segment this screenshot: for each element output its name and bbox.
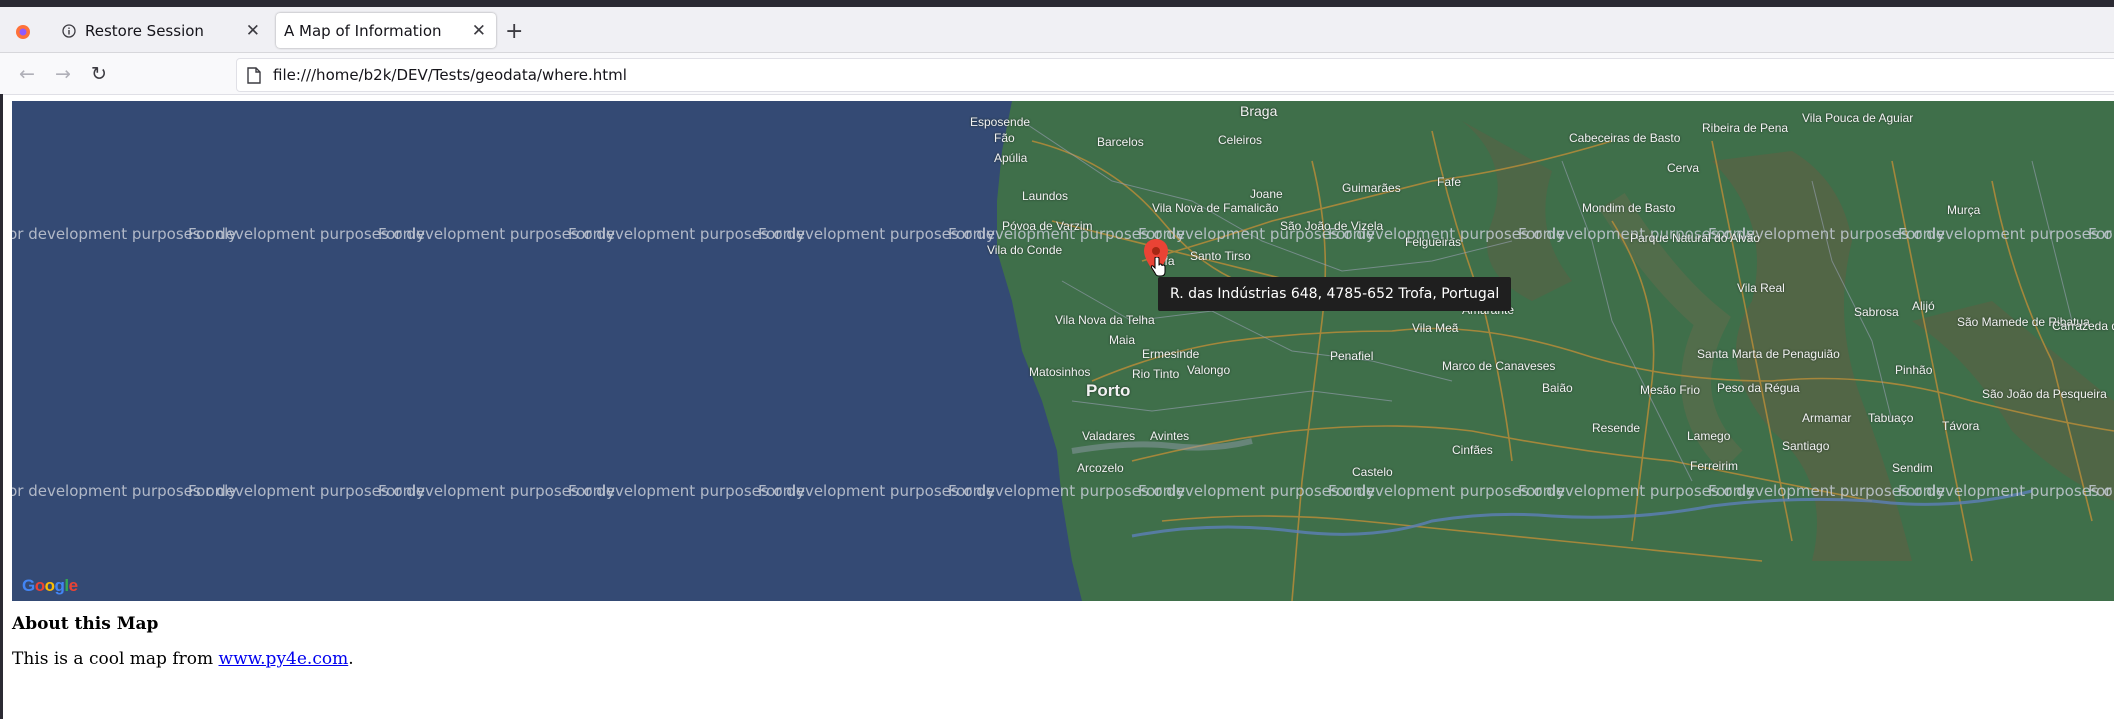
place-label: Távora (1942, 419, 1980, 433)
arrow-right-icon: → (55, 63, 71, 85)
place-label: Penafiel (1330, 349, 1374, 363)
new-tab-button[interactable]: + (505, 21, 523, 43)
place-label: Ferreirim (1690, 459, 1738, 473)
place-label: Peso da Régua (1717, 381, 1800, 395)
place-label: Santo Tirso (1190, 249, 1251, 263)
place-label: Santiago (1782, 439, 1830, 453)
place-label: Parque Natural do Alvão (1630, 231, 1761, 245)
plus-icon: + (505, 19, 524, 44)
place-label: Vila Pouca de Aguiar (1802, 111, 1914, 125)
place-label: Resende (1592, 421, 1641, 435)
place-label: Sabrosa (1854, 305, 1899, 319)
place-label: Vila Nova de Famalicão (1152, 201, 1279, 215)
watermark: For development purposes only (2088, 482, 2114, 500)
place-label: São João de Vizela (1280, 219, 1384, 233)
tab-restore-session[interactable]: Restore Session ✕ (47, 13, 270, 48)
url-bar[interactable]: file:///home/b2k/DEV/Tests/geodata/where… (236, 58, 2114, 92)
about-heading: About this Map (12, 614, 159, 634)
close-tab-icon[interactable]: ✕ (246, 21, 260, 41)
place-label: Barcelos (1097, 135, 1144, 149)
place-label: Armamar (1802, 411, 1852, 425)
forward-button[interactable]: → (50, 61, 76, 87)
place-label: Celeiros (1218, 133, 1263, 147)
place-label: Rio Tinto (1132, 367, 1180, 381)
place-label: Fão (994, 131, 1015, 145)
place-label: Guimarães (1342, 181, 1401, 195)
place-label: Valadares (1082, 429, 1136, 443)
place-label: Apúlia (994, 151, 1028, 165)
firefox-icon (15, 24, 31, 44)
page-content: For development purposes only For develo… (3, 95, 2114, 719)
place-label: Esposende (970, 115, 1031, 129)
watermark: For development purposes only (2088, 225, 2114, 243)
back-button[interactable]: ← (14, 61, 40, 87)
google-logo[interactable]: Google (22, 576, 78, 596)
marker-tooltip: R. das Indústrias 648, 4785-652 Trofa, P… (1158, 277, 1512, 311)
url-text[interactable]: file:///home/b2k/DEV/Tests/geodata/where… (273, 66, 627, 84)
page-icon (247, 66, 261, 84)
place-label: Marco de Canaveses (1442, 359, 1556, 373)
place-label: Carrazeda de Ansiães (2052, 319, 2114, 333)
tab-map-of-information[interactable]: A Map of Information ✕ (276, 13, 496, 48)
place-label: Valongo (1187, 363, 1231, 377)
reload-icon: ↻ (91, 63, 107, 85)
place-label: Alijó (1912, 299, 1935, 313)
place-label: Cinfães (1452, 443, 1493, 457)
watermark: For development purposes only (1898, 225, 2114, 243)
firefox-view-button[interactable] (8, 19, 38, 49)
place-label: Cerva (1667, 161, 1700, 175)
place-label: Tabuaço (1868, 411, 1914, 425)
place-label: Vila do Conde (987, 243, 1063, 257)
about-text-after: . (348, 649, 354, 669)
window-titlebar (0, 0, 2114, 7)
tab-label: Restore Session (85, 21, 204, 40)
navigation-toolbar: ← → ↻ file:///home/b2k/DEV/Tests/geodata… (0, 53, 2114, 95)
place-label: Fafe (1437, 175, 1462, 189)
place-label: Avintes (1150, 429, 1190, 443)
tab-strip: Restore Session ✕ A Map of Information ✕… (0, 7, 2114, 53)
place-label: Joane (1250, 187, 1283, 201)
place-label: Póvoa de Varzim (1002, 219, 1093, 233)
google-map[interactable]: For development purposes only For develo… (12, 101, 2114, 601)
place-label: Ermesinde (1142, 347, 1200, 361)
py4e-link[interactable]: www.py4e.com (219, 649, 349, 669)
place-label: Mesão Frio (1640, 383, 1701, 397)
place-label: Vila Meã (1412, 321, 1459, 335)
place-label: Mondim de Basto (1582, 201, 1676, 215)
place-label: Braga (1240, 103, 1278, 119)
place-label: Vila Nova da Telha (1055, 313, 1155, 327)
place-label: Cabeceiras de Basto (1569, 131, 1681, 145)
place-label: Vila Real (1737, 281, 1785, 295)
reload-button[interactable]: ↻ (86, 61, 112, 87)
about-paragraph: This is a cool map from www.py4e.com. (12, 649, 354, 669)
place-label: Lamego (1687, 429, 1731, 443)
tab-label: A Map of Information (284, 21, 442, 40)
about-text-before: This is a cool map from (12, 649, 219, 669)
place-label: São João da Pesqueira (1982, 387, 2107, 401)
place-label: Laundos (1022, 189, 1069, 203)
place-label: Felgueiras (1405, 235, 1462, 249)
place-label: Matosinhos (1029, 365, 1091, 379)
place-label: Pinhão (1895, 363, 1933, 377)
place-label: Arcozelo (1077, 461, 1124, 475)
place-label: Sendim (1892, 461, 1933, 475)
arrow-left-icon: ← (19, 63, 35, 85)
place-label: Murça (1947, 203, 1981, 217)
place-label-porto: Porto (1086, 381, 1131, 400)
place-label: Castelo (1352, 465, 1393, 479)
place-label: Santa Marta de Penaguião (1697, 347, 1840, 361)
info-icon (61, 23, 77, 39)
close-tab-icon[interactable]: ✕ (472, 21, 486, 41)
watermark: For development purposes only (1898, 482, 2114, 500)
place-label: Ribeira de Pena (1702, 121, 1789, 135)
place-label: Maia (1109, 333, 1136, 347)
place-label: Baião (1542, 381, 1573, 395)
